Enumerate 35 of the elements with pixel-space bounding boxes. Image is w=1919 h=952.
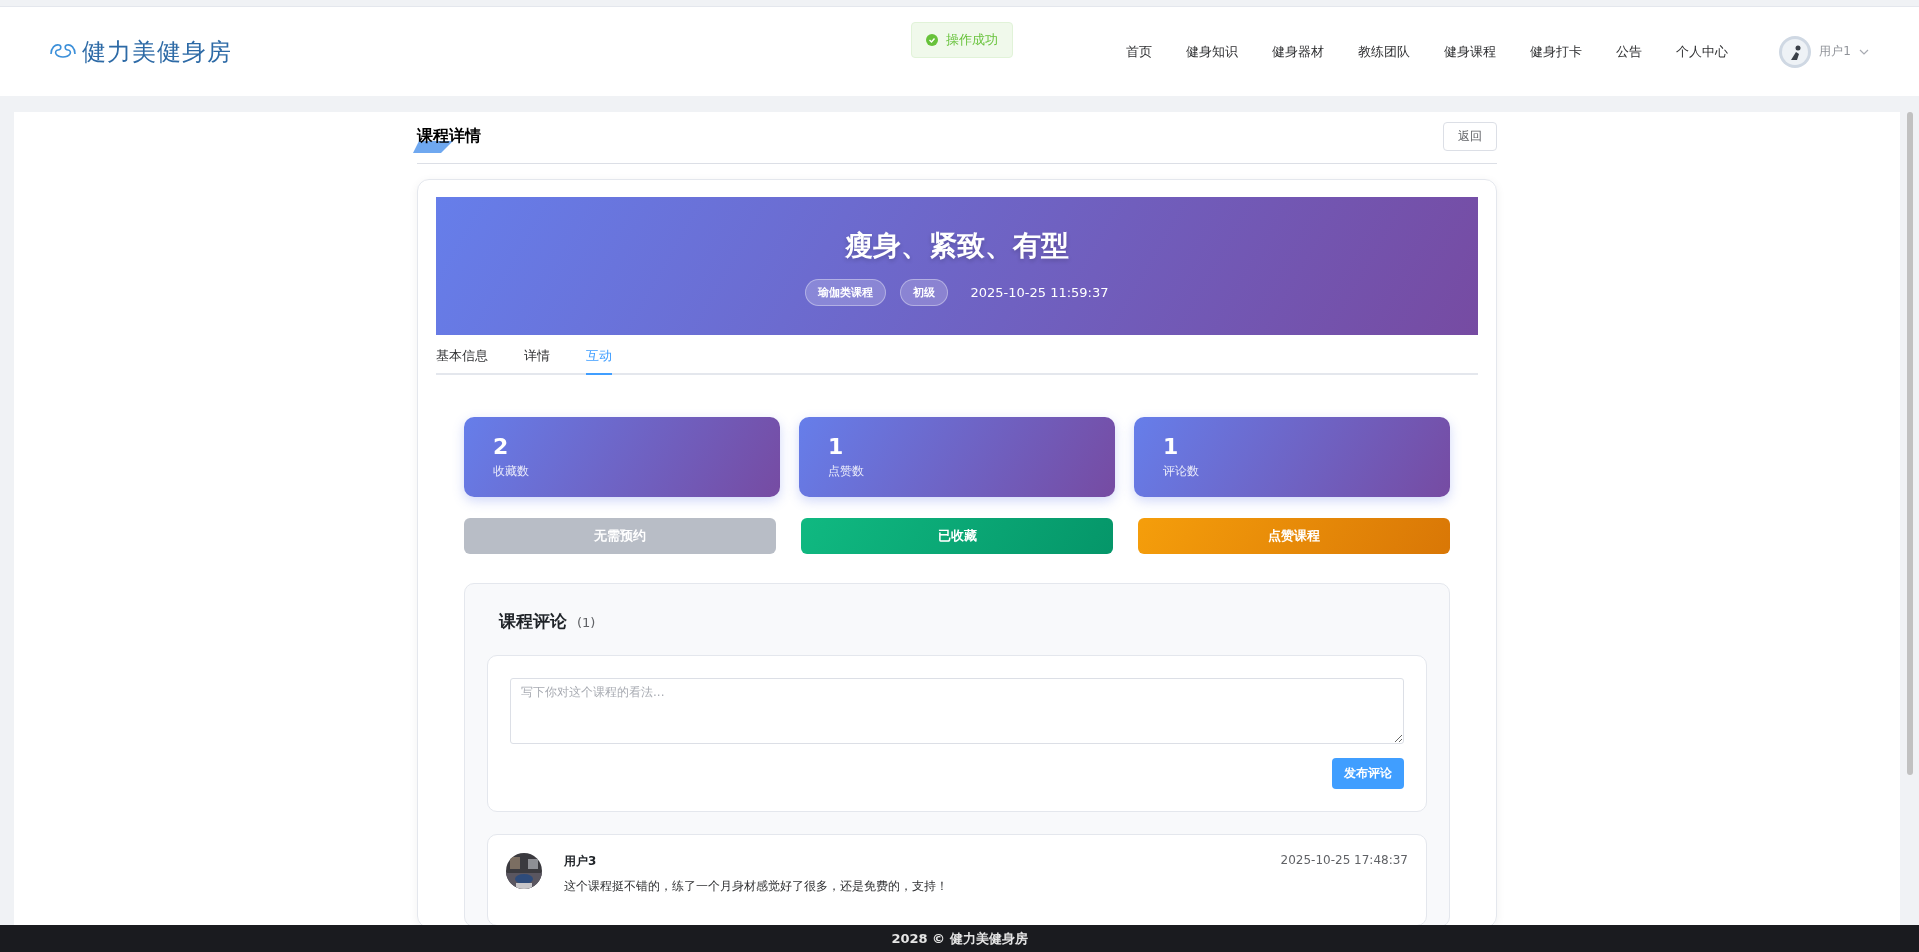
nav-link[interactable]: 教练团队: [1358, 42, 1410, 61]
comment-count: (1): [577, 615, 596, 630]
stat-label: 收藏数: [493, 463, 530, 480]
nav-link[interactable]: 个人中心: [1676, 42, 1728, 61]
tab[interactable]: 基本信息: [436, 335, 488, 375]
stat-value: 2: [493, 434, 510, 459]
course-tag: 初级: [900, 278, 949, 306]
check-icon: [926, 34, 938, 46]
stat-label: 点赞数: [828, 463, 865, 480]
stat-value: 1: [1163, 434, 1180, 459]
course-title: 瘦身、紧致、有型: [845, 227, 1069, 264]
course-time: 2025-10-25 11:59:37: [970, 284, 1109, 300]
avatar-icon[interactable]: [1779, 35, 1812, 68]
comment-time: 2025-10-25 17:48:37: [1280, 853, 1408, 869]
comment-input[interactable]: 写下你对这个课程的看法...: [510, 678, 1404, 744]
stat-label: 评论数: [1163, 463, 1200, 480]
page-title: 课程详情: [417, 126, 481, 145]
site-logo[interactable]: 健力美健身房: [82, 35, 232, 68]
scrollbar-thumb[interactable]: [1907, 112, 1913, 775]
comment-text: 这个课程挺不错的，练了一个月身材感觉好了很多，还是免费的，支持！: [564, 878, 949, 895]
tab[interactable]: 详情: [524, 335, 550, 375]
nav-link[interactable]: 健身器材: [1272, 42, 1324, 61]
toast-message: 操作成功: [946, 31, 998, 49]
section-title: 课程评论: [499, 610, 567, 633]
comment-author: 用户3: [564, 853, 597, 870]
stat-value: 1: [828, 434, 845, 459]
nav-link[interactable]: 健身知识: [1186, 42, 1238, 61]
footer-text: 2028 © 健力美健身房: [891, 929, 1028, 948]
course-tag: 瑜伽类课程: [805, 278, 887, 306]
chevron-down-icon[interactable]: [1859, 48, 1869, 55]
nav-link[interactable]: 首页: [1126, 42, 1152, 61]
nav-link[interactable]: 健身课程: [1444, 42, 1496, 61]
nav-link[interactable]: 公告: [1616, 42, 1642, 61]
back-button[interactable]: 返回: [1443, 122, 1497, 151]
nav-link[interactable]: 健身打卡: [1530, 42, 1582, 61]
